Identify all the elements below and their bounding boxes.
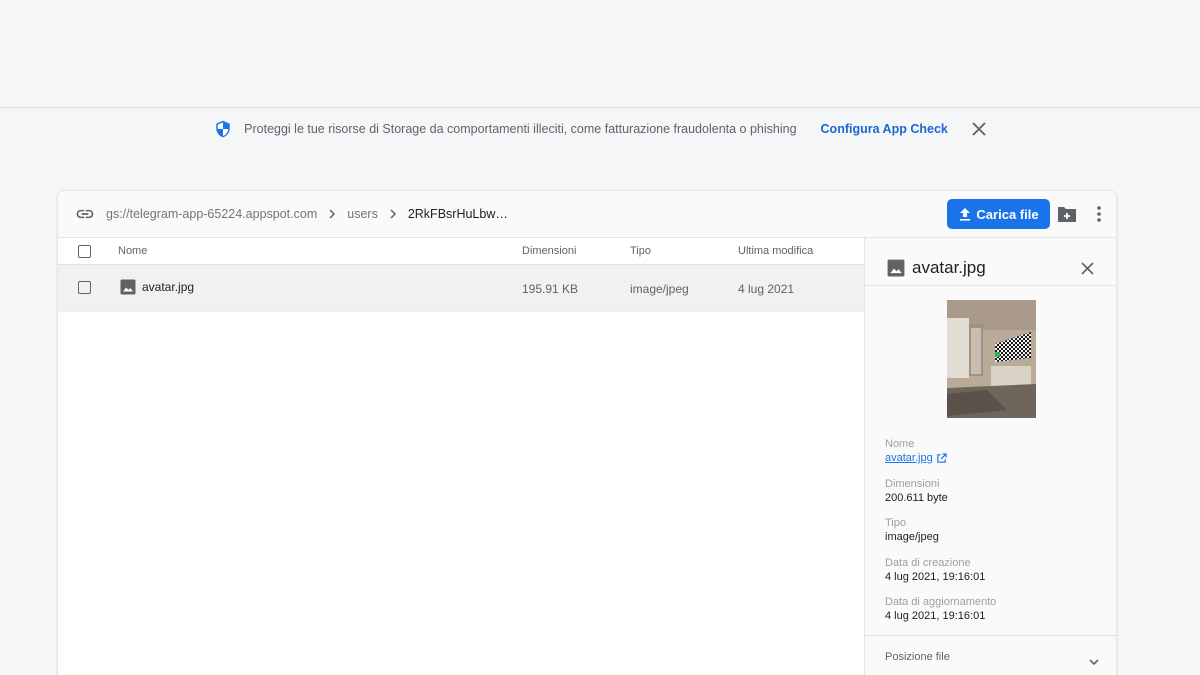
file-name-cell[interactable]: avatar.jpg: [120, 279, 194, 295]
size-label: Dimensioni: [885, 478, 940, 490]
upload-file-button[interactable]: Carica file: [947, 199, 1050, 229]
file-location-section[interactable]: Posizione file: [865, 635, 1116, 675]
upload-icon: [960, 208, 971, 221]
updated-label: Data di aggiornamento: [885, 596, 997, 608]
details-title: avatar.jpg: [912, 258, 986, 277]
file-name: avatar.jpg: [142, 280, 195, 294]
created-label: Data di creazione: [885, 557, 971, 569]
details-header: avatar.jpg: [865, 238, 1116, 286]
column-type[interactable]: Tipo: [630, 245, 651, 257]
chevron-right-icon: [329, 209, 336, 219]
breadcrumb: gs://telegram-app-65224.appspot.com user…: [106, 207, 508, 221]
property-created: Data di creazione 4 lug 2021, 19:16:01: [885, 557, 985, 583]
property-type: Tipo image/jpeg: [885, 517, 939, 543]
breadcrumb-bucket[interactable]: gs://telegram-app-65224.appspot.com: [106, 207, 317, 221]
file-type: image/jpeg: [630, 282, 689, 296]
updated-value: 4 lug 2021, 19:16:01: [885, 610, 986, 622]
file-download-link[interactable]: avatar.jpg: [885, 452, 947, 464]
close-icon[interactable]: [972, 122, 986, 136]
type-label: Tipo: [885, 517, 906, 529]
table-header: Nome Dimensioni Tipo Ultima modifica: [58, 238, 864, 265]
created-value: 4 lug 2021, 19:16:01: [885, 571, 986, 583]
chevron-right-icon: [390, 209, 396, 219]
file-modified: 4 lug 2021: [738, 282, 795, 296]
column-name[interactable]: Nome: [118, 245, 147, 257]
breadcrumb-current-folder[interactable]: 2RkFBsrHuLbw…: [408, 207, 508, 221]
property-name: Nome avatar.jpg: [885, 438, 947, 464]
row-checkbox[interactable]: [78, 281, 91, 294]
file-size: 195.91 KB: [522, 282, 579, 296]
name-label: Nome: [885, 438, 915, 450]
create-folder-icon[interactable]: [1057, 205, 1077, 223]
image-thumbnail: [947, 300, 1036, 418]
file-table: Nome Dimensioni Tipo Ultima modifica ava…: [58, 238, 864, 675]
size-value: 200.611 byte: [885, 492, 948, 504]
property-updated: Data di aggiornamento 4 lug 2021, 19:16:…: [885, 596, 996, 622]
property-size: Dimensioni 200.611 byte: [885, 478, 948, 504]
chevron-down-icon: [1089, 659, 1099, 666]
file-location-label: Posizione file: [885, 651, 950, 663]
upload-file-label: Carica file: [976, 206, 1039, 222]
storage-browser-card: gs://telegram-app-65224.appspot.com user…: [57, 190, 1117, 675]
file-link-text: avatar.jpg: [885, 452, 933, 464]
breadcrumb-users[interactable]: users: [347, 207, 378, 221]
image-file-icon: [120, 279, 136, 295]
link-icon[interactable]: [75, 204, 95, 224]
image-preview[interactable]: [947, 300, 1036, 418]
close-icon[interactable]: [1081, 262, 1094, 275]
select-all-checkbox[interactable]: [78, 245, 91, 258]
table-row[interactable]: avatar.jpg 195.91 KB image/jpeg 4 lug 20…: [58, 265, 864, 312]
storage-toolbar: gs://telegram-app-65224.appspot.com user…: [58, 191, 1116, 238]
configure-app-check-link[interactable]: Configura App Check: [821, 122, 948, 136]
app-check-banner: Proteggi le tue risorse di Storage da co…: [0, 108, 1200, 150]
type-value: image/jpeg: [885, 531, 939, 543]
banner-message: Proteggi le tue risorse di Storage da co…: [244, 122, 797, 136]
column-size[interactable]: Dimensioni: [522, 245, 576, 257]
top-header-area: [0, 0, 1200, 108]
more-vert-icon[interactable]: [1095, 204, 1103, 224]
shield-icon: [216, 120, 230, 138]
image-file-icon: [887, 259, 905, 277]
column-modified[interactable]: Ultima modifica: [738, 245, 813, 257]
file-details-panel: avatar.jpg Nome avatar.jpg Dimensioni 20…: [864, 238, 1116, 675]
open-in-new-icon: [936, 452, 947, 463]
